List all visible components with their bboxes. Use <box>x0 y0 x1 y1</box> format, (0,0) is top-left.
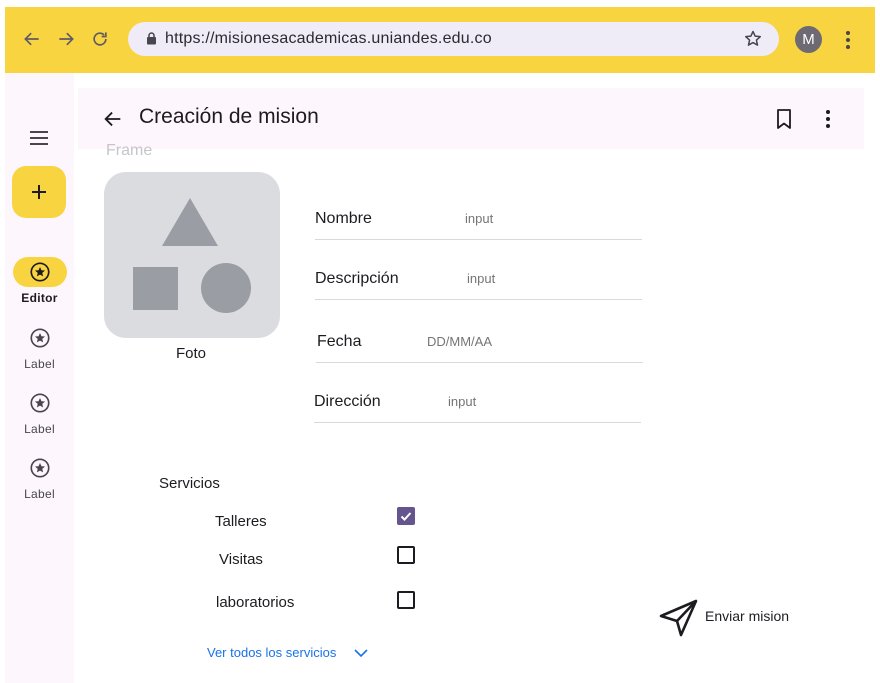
check-icon <box>400 512 412 521</box>
servicios-title: Servicios <box>159 475 220 492</box>
rail-pill <box>13 323 67 353</box>
url-text[interactable]: https://misionesacademicas.uniandes.edu.… <box>165 30 492 48</box>
photo-caption: Foto <box>176 345 207 362</box>
image-placeholder-icon <box>133 198 251 313</box>
fecha-input[interactable] <box>427 334 587 349</box>
send-button-label[interactable]: Enviar mision <box>705 608 789 624</box>
bookmark-icon[interactable] <box>774 108 794 130</box>
rail-item-label: Label <box>24 487 55 501</box>
page-title: Creación de mision <box>139 105 319 128</box>
rail-item-label-2[interactable]: Label <box>5 388 74 436</box>
star-circle-icon <box>29 393 50 413</box>
menu-icon[interactable] <box>28 128 50 148</box>
descripcion-label: Descripción <box>315 270 399 287</box>
laboratorios-label: laboratorios <box>216 594 295 611</box>
laboratorios-checkbox[interactable] <box>397 591 415 609</box>
back-arrow-icon[interactable] <box>20 27 44 51</box>
visitas-checkbox[interactable] <box>397 546 415 564</box>
chevron-down-icon[interactable] <box>353 646 369 660</box>
more-vert-icon[interactable] <box>838 28 858 52</box>
talleres-checkbox[interactable] <box>397 507 415 525</box>
rail-item-label: Editor <box>21 291 58 305</box>
star-circle-icon <box>29 458 50 478</box>
rail-item-label: Label <box>24 422 55 436</box>
avatar[interactable]: M <box>795 26 822 53</box>
send-icon[interactable] <box>659 598 699 638</box>
star-circle-icon <box>29 262 50 282</box>
star-circle-icon <box>29 328 50 348</box>
plus-icon <box>32 185 46 199</box>
back-arrow-icon[interactable] <box>102 108 124 130</box>
reload-icon[interactable] <box>88 27 112 51</box>
navigation-rail <box>5 73 74 683</box>
rail-pill <box>13 388 67 418</box>
rail-item-editor[interactable]: Editor <box>5 257 74 305</box>
nombre-label: Nombre <box>315 210 372 227</box>
talleres-label: Talleres <box>215 513 267 530</box>
rail-item-label: Label <box>24 357 55 371</box>
fecha-label: Fecha <box>317 333 362 350</box>
bookmark-star-icon[interactable] <box>743 29 765 51</box>
frame-label: Frame <box>106 142 153 159</box>
rail-pill <box>12 257 67 287</box>
descripcion-input[interactable] <box>467 271 627 286</box>
nombre-input[interactable] <box>465 211 625 226</box>
direccion-label: Dirección <box>314 393 381 410</box>
lock-icon <box>146 32 157 50</box>
ver-todos-link[interactable]: Ver todos los servicios <box>207 645 336 660</box>
more-vert-icon[interactable] <box>818 107 838 131</box>
add-fab-button[interactable] <box>12 166 66 218</box>
photo-placeholder[interactable] <box>104 172 280 338</box>
forward-arrow-icon[interactable] <box>54 27 78 51</box>
direccion-input[interactable] <box>448 394 608 409</box>
visitas-label: Visitas <box>219 551 263 568</box>
rail-item-label-3[interactable]: Label <box>5 453 74 501</box>
rail-item-label-1[interactable]: Label <box>5 323 74 371</box>
rail-pill <box>13 453 67 483</box>
